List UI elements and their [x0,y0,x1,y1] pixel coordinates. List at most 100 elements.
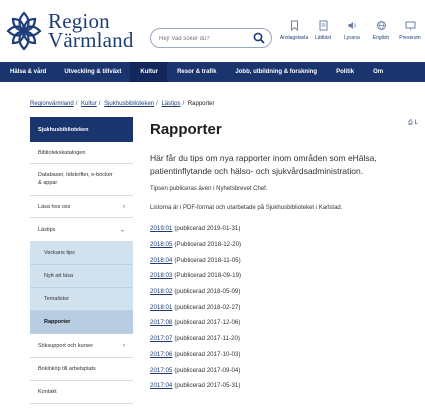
sidebar-item-soksupport-kurser[interactable]: Söksupport och kurser › [30,334,133,358]
report-item: 2018:03 (Publicerad 2018-09-19) [150,268,410,284]
sidebar-item-label: Bibliotekskatalogen [38,149,86,156]
logo-flower-icon [6,11,42,51]
report-link[interactable]: 2018:01 [150,304,172,311]
sidebar-item-label: Boklnköp till arbetsplats [38,366,96,372]
report-link[interactable]: 2017:05 [150,367,172,374]
nav-om[interactable]: Om [363,62,383,82]
sidebar-item-label: Nytt att läsa [44,273,74,279]
report-item: 2019:01 (publicerad 2019-01-31) [150,221,410,237]
search-box[interactable] [150,28,272,48]
report-link[interactable]: 2017:07 [150,335,172,342]
breadcrumb-link[interactable]: Regionvärmland [30,101,74,107]
nav-halsa-vard[interactable]: Hälsa & vård [0,62,55,82]
sidebar-item-label: Kontakt [38,389,57,395]
site-header: Region Värmland Anslagstavla Lättläst Ly… [0,0,425,62]
tool-anslagstavla[interactable]: Anslagstavla [280,20,308,56]
breadcrumb: Regionvärmland / Kultur / Sjukhusbibliotek… [30,101,215,107]
sidebar-item-label: Läsa hos oss [38,203,71,210]
globe-icon [376,21,386,30]
sidebar-item-veckans-tips[interactable]: Veckans tips [30,242,133,265]
nav-jobb-utbildning-forskning[interactable]: Jobb, utbildning & forskning [225,62,326,82]
nav-utveckling-tillvaxt[interactable]: Utveckling & tillväxt [55,62,130,82]
sidebar-item-bibliotekskatalogen[interactable]: Bibliotekskatalogen [30,142,133,164]
presentation-icon [405,21,415,30]
speaker-icon [348,22,356,29]
sidebar-item-rapporter[interactable]: Rapporter [30,311,133,334]
report-date: (publicerad 2019-01-31) [174,225,241,233]
report-link[interactable]: 2018:05 [150,241,172,248]
tool-pressrum[interactable]: Pressrum [396,20,424,56]
report-link[interactable]: 2017:08 [150,319,172,326]
breadcrumb-current: Rapporter [187,101,215,107]
sidebar-navigation: Sjukhusbiblioteken Bibliotekskatalogen D… [30,117,133,404]
report-link[interactable]: 2018:02 [150,288,172,295]
report-link[interactable]: 2017:06 [150,351,172,358]
report-list: 2019:01 (publicerad 2019-01-31) 2018:05 (P… [150,221,410,394]
sidebar-item-label: Databaser, tidskrifter, e-böcker & appar [38,172,113,186]
sidebar-item-nytt-att-lasa[interactable]: Nytt att läsa [30,265,133,288]
sidebar-item-lasa-hos-oss[interactable]: Läsa hos oss › [30,196,133,218]
tool-lyssna[interactable]: Lyssna [338,20,366,56]
chevron-right-icon[interactable]: › [123,343,125,349]
sidebar-item-label: Temalistor [44,296,70,302]
report-date: (Publicerad 2018-11-05) [174,256,241,264]
nav-resor-trafik[interactable]: Resor & trafik [167,62,225,82]
report-item: 2017:04 (publicerad 2017-05-31) [150,378,410,394]
report-link[interactable]: 2018:03 [150,272,172,279]
tool-label: English [372,35,390,41]
tool-label: Pressrum [399,35,421,41]
sidebar-item-sjukhusbiblioteken[interactable]: Sjukhusbiblioteken [30,117,133,142]
sidebar-item-temalistor[interactable]: Temalistor [30,288,133,311]
sidebar-item-lastips[interactable]: Lästips ⌄ [30,218,133,242]
report-link[interactable]: 2017:04 [150,382,172,389]
report-item: 2018:01 (publicerad 2018-02-27) [150,299,410,315]
chevron-down-icon[interactable]: ⌄ [120,226,125,233]
report-item: 2017:05 (publicerad 2017-09-04) [150,362,410,378]
search-icon[interactable] [253,32,265,44]
report-date: (publicerad 2017-10-03) [174,350,241,358]
tool-label: Lyssna [344,35,360,41]
sidebar-item-label: Söksupport och kurser [38,342,94,349]
report-date: (publicerad 2018-02-27) [174,303,241,311]
breadcrumb-separator: / [156,101,158,107]
header-tools: Anslagstavla Lättläst Lyssna English Pre… [280,20,425,56]
sidebar-item-label: Sjukhusbiblioteken [38,126,89,133]
print-icon[interactable]: ⎙ L [408,120,418,127]
report-link[interactable]: 2019:01 [150,225,172,232]
breadcrumb-separator: / [75,101,78,107]
search-input[interactable] [159,32,251,45]
report-item: 2018:02 (publicerad 2018-05-09) [150,284,410,300]
breadcrumb-link[interactable]: Kultur [81,101,97,107]
sidebar-item-databaser[interactable]: Databaser, tidskrifter, e-böcker & appar [30,164,133,196]
report-item: 2017:07 (publicerad 2017-11-20) [150,331,410,347]
sidebar-item-label: Lästips [38,226,56,233]
report-item: 2018:04 (Publicerad 2018-11-05) [150,252,410,268]
report-date: (Publicerad 2018-12-20) [174,241,242,249]
report-link[interactable]: 2018:04 [150,257,172,264]
breadcrumb-separator: / [98,101,101,107]
sidebar-item-label: Rapporter [44,319,71,325]
chevron-right-icon[interactable]: › [123,204,125,210]
breadcrumb-separator: / [182,101,185,107]
sidebar-item-kontakt[interactable]: Kontakt [30,381,133,404]
report-date: (publicerad 2018-05-09) [174,288,241,296]
nav-kultur[interactable]: Kultur [130,62,168,82]
page-title: Rapporter [150,121,222,138]
report-item: 2017:06 (publicerad 2017-10-03) [150,347,410,363]
report-date: (publicerad 2017-12-06) [174,319,241,327]
report-date: (publicerad 2017-11-20) [174,335,240,343]
report-date: (publicerad 2017-09-04) [174,366,241,374]
sidebar-item-bokinkop[interactable]: Boklnköp till arbetsplats [30,358,133,381]
nav-politik[interactable]: Politik [326,62,363,82]
tool-english[interactable]: English [367,20,395,56]
report-item: 2018:05 (Publicerad 2018-12-20) [150,237,410,253]
breadcrumb-link[interactable]: Sjukhusbiblioteken [104,101,154,107]
tool-lattlast[interactable]: Lättläst [309,20,337,56]
report-item: 2017:08 (publicerad 2017-12-06) [150,315,410,331]
intro-text: Här får du tips om nya rapporter inom om… [150,153,377,176]
paragraph-newsletter: Tipsen publiceras även i Nyhetsbrevet Ch… [150,186,268,192]
tool-label: Lättläst [314,35,332,41]
breadcrumb-link[interactable]: Lästips [161,101,180,107]
region-varmland-logo[interactable]: Region Värmland [6,6,146,56]
main-navigation: Hälsa & vård Utveckling & tillväxt Kultu… [0,62,425,82]
